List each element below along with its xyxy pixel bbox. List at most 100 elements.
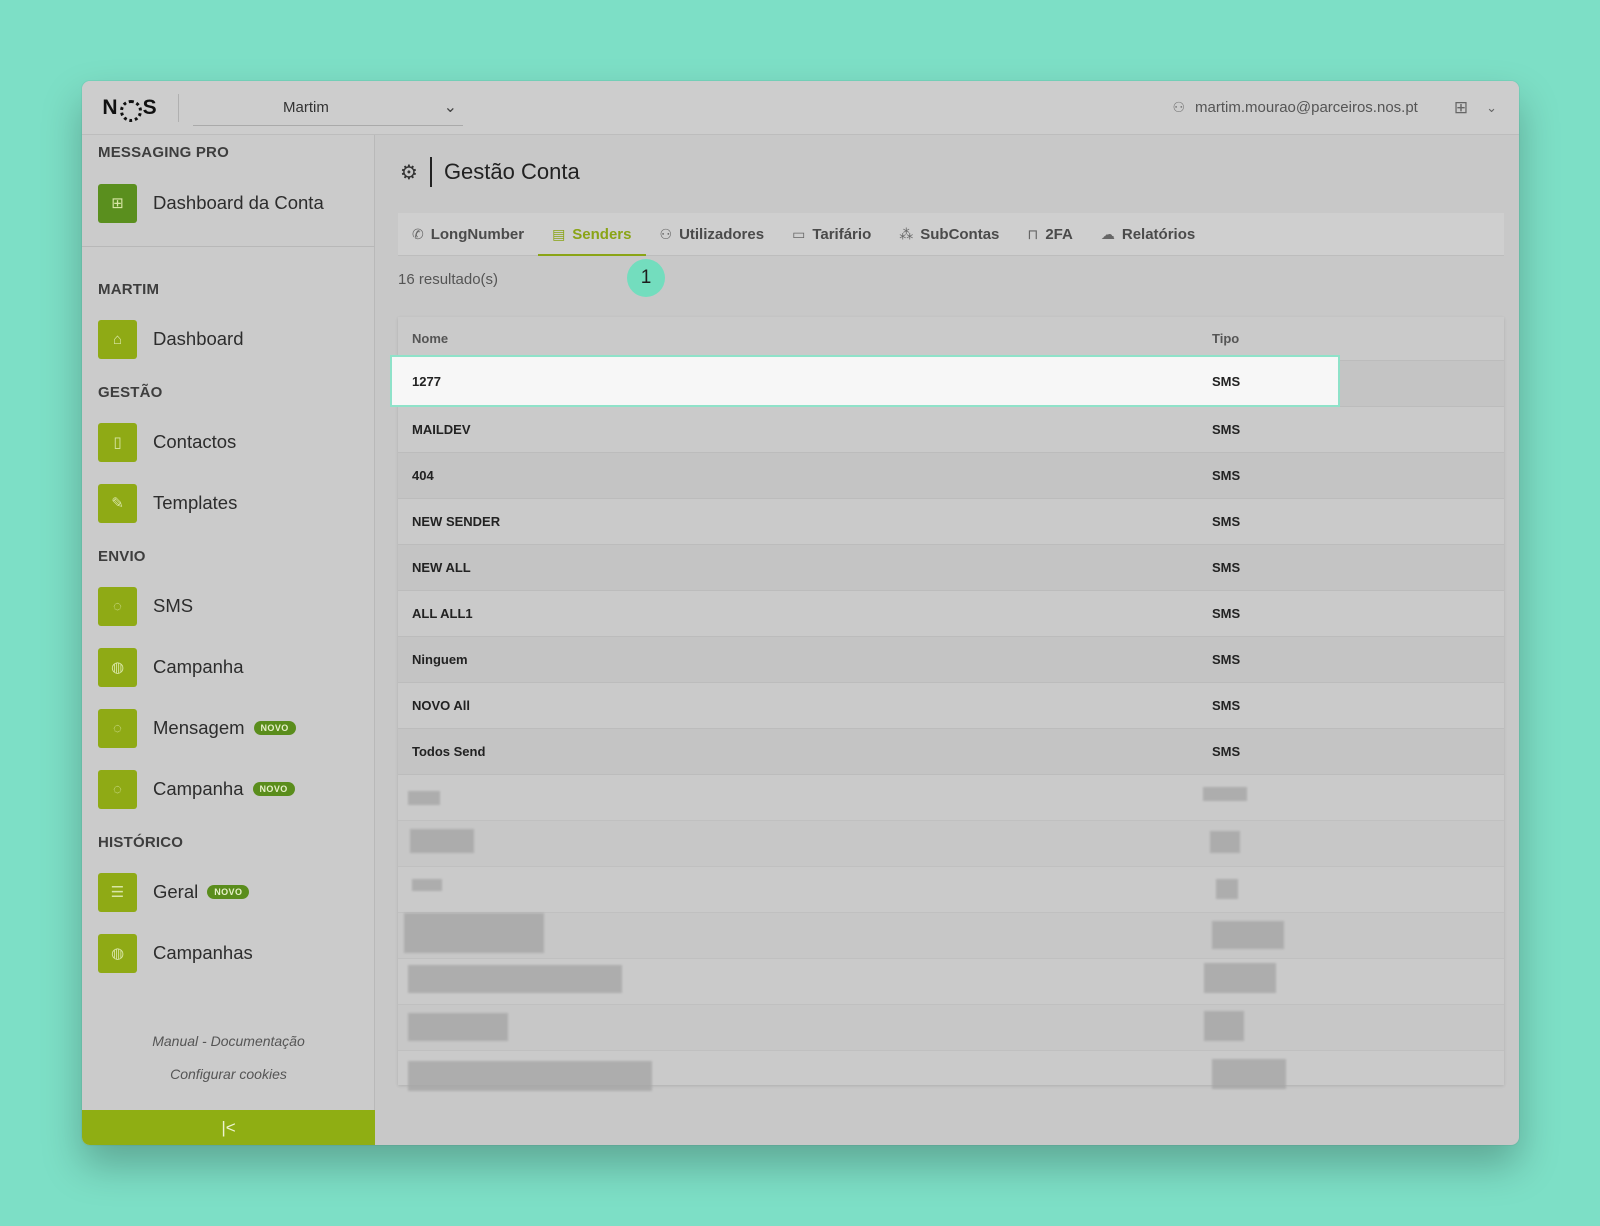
wallet-icon: ▭ (792, 225, 806, 242)
sidebar-item-campanha-novo[interactable]: ◌ Campanha NOVO (98, 769, 295, 809)
table-row[interactable]: 404 SMS (398, 453, 1504, 499)
tab-senders[interactable]: ▤ Senders (538, 213, 646, 256)
cell-nome: NEW ALL (412, 560, 471, 575)
result-count: 16 resultado(s) (398, 271, 499, 288)
cell-nome: NEW SENDER (412, 514, 501, 529)
redacted-block (404, 913, 544, 953)
sidebar-item-campanha[interactable]: ◍ Campanha (98, 647, 244, 687)
step-marker: 1 (627, 259, 665, 297)
novo-badge: NOVO (207, 885, 250, 899)
tab-utilizadores[interactable]: ⚇ Utilizadores (646, 213, 779, 255)
tab-label: SubContas (920, 225, 1000, 243)
database-icon: ☰ (98, 872, 137, 912)
cell-nome: Ninguem (412, 652, 468, 667)
table-row[interactable]: ALL ALL1 SMS (398, 591, 1504, 637)
chat-bubble-icon: ◌ (98, 708, 137, 748)
cookies-link[interactable]: Configurar cookies (82, 1066, 375, 1082)
home-icon: ⌂ (98, 319, 137, 359)
cell-nome: 1277 (412, 373, 441, 389)
table-row[interactable]: NOVO All SMS (398, 683, 1504, 729)
redacted-block (1216, 879, 1238, 899)
sidebar-item-label: SMS (153, 595, 194, 616)
redacted-block (412, 879, 442, 891)
user-icon: ⚇ (1172, 99, 1186, 115)
redacted-block (1204, 1011, 1244, 1041)
section-envio: ENVIO (98, 548, 146, 565)
section-messaging-pro: MESSAGING PRO (98, 144, 229, 161)
manual-link[interactable]: Manual - Documentação (82, 1033, 375, 1049)
account-select-value: Martim (283, 98, 329, 116)
collapse-sidebar-button[interactable]: |< (82, 1110, 375, 1145)
lock-icon: ⊓ (1027, 225, 1039, 242)
tab-relatorios[interactable]: ☁ Relatórios (1087, 213, 1209, 255)
sidebar-item-label: Campanha (153, 778, 244, 799)
redacted-row (398, 913, 1504, 959)
page-title: Gestão Conta (443, 159, 580, 184)
apps-grid-icon[interactable]: ⊞ (1454, 98, 1468, 118)
page-header: ⚙ Gestão Conta (400, 157, 580, 187)
sidebar: MESSAGING PRO ⊞ Dashboard da Conta MARTI… (82, 135, 375, 1145)
redacted-block (1203, 787, 1247, 801)
edit-document-icon: ✎ (98, 483, 137, 523)
main-content: ⚙ Gestão Conta ✆ LongNumber ▤ Senders ⚇ … (376, 135, 1519, 1145)
sidebar-item-mensagem[interactable]: ◌ Mensagem NOVO (98, 708, 296, 748)
table-row[interactable]: Ninguem SMS (398, 637, 1504, 683)
chevron-down-icon[interactable]: ⌄ (1486, 100, 1497, 116)
redacted-block (408, 791, 440, 805)
cell-nome: Todos Send (412, 744, 486, 759)
tab-label: Utilizadores (679, 225, 765, 243)
section-martim: MARTIM (98, 281, 160, 298)
sidebar-item-templates[interactable]: ✎ Templates (98, 483, 237, 523)
nos-logo[interactable]: NS (82, 81, 178, 135)
redacted-row (398, 959, 1504, 1005)
cell-tipo: SMS (1212, 560, 1241, 575)
redacted-row (398, 775, 1504, 821)
table-row[interactable]: NEW SENDER SMS (398, 499, 1504, 545)
tab-subcontas[interactable]: ⁂ SubContas (885, 213, 1013, 255)
account-select[interactable]: Martim ⌄ (193, 90, 463, 126)
redacted-block (1212, 921, 1284, 949)
sidebar-item-campanhas[interactable]: ◍ Campanhas (98, 933, 253, 973)
table-row[interactable]: Todos Send SMS (398, 729, 1504, 775)
cell-tipo: SMS (1212, 698, 1241, 713)
chat-bubbles-icon: ◍ (98, 647, 137, 687)
chat-bubble-icon: ◌ (98, 586, 137, 626)
cell-tipo: SMS (1212, 652, 1241, 667)
tab-longnumber[interactable]: ✆ LongNumber (412, 213, 538, 255)
sidebar-item-dashboard-conta[interactable]: ⊞ Dashboard da Conta (98, 183, 324, 223)
tab-label: Senders (572, 225, 632, 243)
column-header-nome[interactable]: Nome (412, 331, 448, 346)
table-row-selected[interactable]: 1277 SMS (390, 355, 1340, 407)
table-row[interactable]: NEW ALL SMS (398, 545, 1504, 591)
phone-icon: ✆ (412, 225, 424, 242)
cell-nome: 404 (412, 468, 434, 483)
cell-tipo: SMS (1212, 422, 1241, 437)
redacted-block (1204, 963, 1276, 993)
sidebar-item-sms[interactable]: ◌ SMS (98, 586, 193, 626)
sidebar-item-geral[interactable]: ☰ Geral NOVO (98, 872, 250, 912)
sidebar-divider (82, 246, 375, 247)
cell-tipo: SMS (1212, 373, 1241, 389)
tab-label: Tarifário (812, 225, 872, 243)
sidebar-item-label: Contactos (153, 431, 237, 452)
cell-tipo: SMS (1212, 514, 1241, 529)
sidebar-item-dashboard[interactable]: ⌂ Dashboard (98, 319, 244, 359)
sidebar-item-contactos[interactable]: ▯ Contactos (98, 422, 236, 462)
cell-tipo: SMS (1212, 606, 1241, 621)
novo-badge: NOVO (252, 782, 295, 796)
top-bar: NS Martim ⌄ ⚇ martim.mourao@parceiros.no… (82, 81, 1519, 135)
table-row[interactable]: MAILDEV SMS (398, 407, 1504, 453)
sidebar-item-label: Mensagem (153, 717, 245, 738)
sidebar-item-label: Campanha (153, 656, 244, 677)
gear-icon: ⚙ (400, 161, 418, 184)
sidebar-item-label: Dashboard da Conta (153, 192, 324, 213)
chevron-down-icon: ⌄ (443, 99, 457, 116)
table-body: MAILDEV SMS 404 SMS NEW SENDER SMS NEW A… (398, 361, 1504, 1097)
user-email[interactable]: martim.mourao@parceiros.nos.pt (1195, 99, 1418, 116)
tab-2fa[interactable]: ⊓ 2FA (1013, 213, 1086, 255)
redacted-block (408, 965, 622, 993)
column-header-tipo[interactable]: Tipo (1212, 331, 1239, 346)
tab-tarifario[interactable]: ▭ Tarifário (778, 213, 885, 255)
cell-tipo: SMS (1212, 744, 1241, 759)
redacted-block (408, 1013, 508, 1041)
